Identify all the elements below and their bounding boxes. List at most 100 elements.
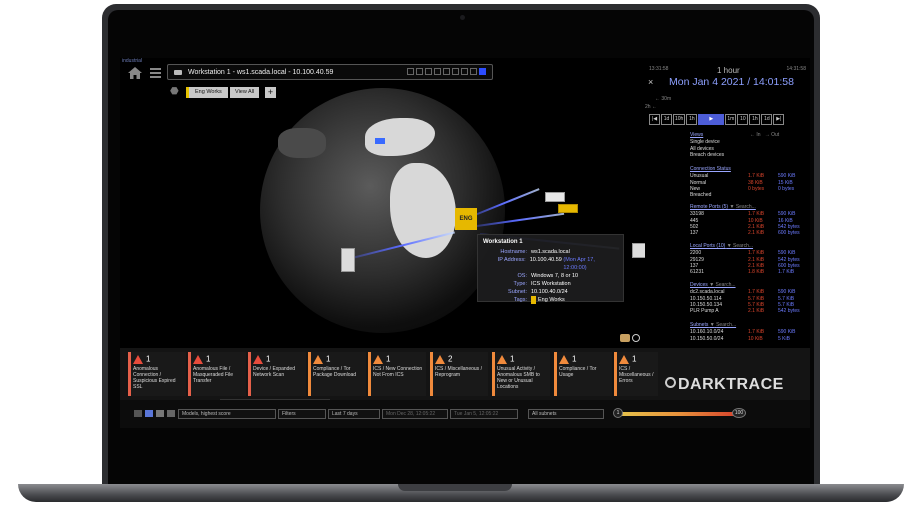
search-input[interactable]: Search... [736, 204, 756, 210]
date-range-select[interactable]: Last 7 days [328, 409, 380, 419]
device-search-bar[interactable]: Workstation 1 - ws1.scada.local - 10.100… [167, 64, 493, 80]
device-node[interactable] [341, 248, 355, 272]
link-icon[interactable] [620, 334, 630, 342]
search-input[interactable]: Search... [716, 282, 736, 288]
summary-icon[interactable] [407, 68, 414, 75]
active-view-icon[interactable] [479, 68, 486, 75]
breach-card[interactable]: 1 Anomalous File / Masqueraded File Trans… [188, 352, 246, 396]
tooltip-row: OS: Windows 7, 8 or 10 [517, 273, 579, 279]
filter-icon[interactable]: ▼ [727, 243, 732, 249]
tooltip-row: Tags: Eng Works [513, 296, 565, 304]
alert-icon [559, 355, 569, 364]
end-date-field[interactable]: Tue Jan 5, 12:05:22 [450, 409, 518, 419]
tooltip-title: Workstation 1 [483, 239, 523, 245]
models-select[interactable]: Models, highest score [178, 409, 276, 419]
views-section: Views ← In → Out Single device All devic… [690, 132, 808, 158]
device-node[interactable] [558, 204, 578, 213]
device-node[interactable] [545, 192, 565, 202]
breach-card[interactable]: 1 ICS / New Connection Not From ICS [368, 352, 426, 396]
fwd-1h-button[interactable]: 1h [749, 114, 761, 125]
zoom-in-label[interactable]: ← 30m [655, 96, 671, 102]
close-icon[interactable]: × [648, 77, 653, 87]
device-type-icon [174, 69, 182, 75]
score-min-handle[interactable]: 1 [613, 408, 623, 418]
warning-icon[interactable] [425, 68, 432, 75]
back-1d-button[interactable]: 1d [661, 114, 672, 125]
network-view-icon[interactable] [167, 410, 175, 417]
breach-card[interactable]: 1 Anomalous Connection / Suspicious Expir… [128, 352, 186, 396]
subnets-select[interactable]: All subnets [528, 409, 604, 419]
subnets-section: Subnets ▼ Search... 10.160.10.0/24 1.7 Ki… [690, 322, 808, 342]
fwd-1d-button[interactable]: 1d [761, 114, 773, 125]
list-item[interactable]: PLR Pump A 2.1 KiB 542 bytes [690, 308, 808, 314]
hamburger-menu-icon[interactable] [150, 68, 161, 78]
darktrace-logo: DARKTRACE [678, 376, 784, 393]
breach-card[interactable]: 1 Compliance / Tor Package Download [308, 352, 366, 396]
alert-icon [435, 355, 445, 364]
tooltip-row: Subnet: 10.100.40.0/24 [508, 289, 568, 295]
continent-africa [390, 163, 456, 258]
list-icon[interactable] [416, 68, 423, 75]
breach-card[interactable]: 1 ICS / Miscellaneous / Errors [614, 352, 658, 396]
tags-icon[interactable]: ⬣ [170, 87, 182, 97]
chart-view-icon[interactable] [156, 410, 164, 417]
tag-edit-icon[interactable] [452, 68, 459, 75]
chart-icon[interactable] [443, 68, 450, 75]
score-slider-track[interactable] [619, 412, 739, 416]
alert-icon [373, 355, 383, 364]
share-icon[interactable] [470, 68, 477, 75]
zoom-icon[interactable] [632, 334, 640, 342]
eng-workstation-node[interactable]: ENG [455, 208, 477, 230]
settings-icon[interactable] [134, 410, 142, 417]
alert-icon [497, 355, 507, 364]
list-item[interactable]: 137 2.1 KiB 600 bytes [690, 230, 808, 236]
zoom-out-label[interactable]: 2h ← [645, 104, 657, 110]
section-header: Devices ▼ Search... [690, 282, 736, 288]
add-tag-button[interactable]: + [265, 87, 276, 98]
breach-card[interactable]: 1 Unusual Activity / Anomalous SMB to New… [492, 352, 550, 396]
device-tooltip: Workstation 1 Hostname: ws1.scada.local I… [477, 234, 624, 304]
skip-start-button[interactable]: |◀ [649, 114, 660, 125]
play-button[interactable]: ▶ [698, 114, 725, 125]
search-input[interactable]: Search... [733, 243, 753, 249]
out-legend: → Out [764, 132, 780, 138]
breach-card[interactable]: 1 Compliance / Tor Usage [554, 352, 612, 396]
filter-icon[interactable]: ▼ [710, 322, 715, 328]
section-header: Views [690, 132, 704, 138]
current-datetime[interactable]: Mon Jan 4 2021 / 14:01:58 [669, 76, 794, 88]
edit-icon[interactable] [434, 68, 441, 75]
network-icon[interactable] [461, 68, 468, 75]
filter-icon[interactable]: ▼ [709, 282, 714, 288]
list-item[interactable]: 61231 1.8 KiB 1.7 KiB [690, 269, 808, 275]
skip-end-button[interactable]: ▶| [773, 114, 785, 125]
view-breach-devices[interactable]: Breach devices [690, 152, 808, 158]
start-date-field[interactable]: Mon Dec 28, 12:05:22 [382, 409, 448, 419]
view-all-button[interactable]: View All [230, 87, 260, 98]
remote-ports-section: Remote Ports (5) ▼ Search... 33198 1.7 Ki… [690, 204, 808, 236]
filter-icon[interactable]: ▼ [729, 204, 734, 210]
time-range-label[interactable]: 1 hour [717, 66, 740, 75]
fwd-10-button[interactable]: 10 [737, 114, 749, 125]
list-item[interactable]: Breached [690, 192, 808, 198]
grid-view-icon[interactable] [145, 410, 153, 417]
section-header: Remote Ports (5) ▼ Search... [690, 204, 756, 210]
breach-card[interactable]: 1 Device / Expanded Network Scan [248, 352, 306, 396]
list-item[interactable]: 10.150.50.0/24 10 KiB 5 KiB [690, 336, 808, 342]
time-end: 14:31:58 [786, 66, 806, 72]
tag-chip-eng-works[interactable]: Eng Works [186, 87, 228, 98]
devices-section: Devices ▼ Search... dc2.scada.local 1.7 K… [690, 282, 808, 314]
section-header: Connection Status [690, 166, 731, 172]
home-icon[interactable] [128, 67, 142, 79]
fwd-1m-button[interactable]: 1m [725, 114, 737, 125]
playback-controls: |◀ 1d 10h 1h ▶ 1m 10 1h 1d ▶| [649, 114, 785, 125]
device-title: Workstation 1 - ws1.scada.local - 10.100… [188, 68, 334, 76]
filters-button[interactable]: Filters [278, 409, 326, 419]
location-marker [375, 138, 385, 144]
alert-icon [193, 355, 203, 364]
section-header: Local Ports (10) ▼ Search... [690, 243, 754, 249]
back-1h-button[interactable]: 1h [686, 114, 698, 125]
back-10h-button[interactable]: 10h [673, 114, 686, 125]
score-max-handle[interactable]: 100 [732, 408, 746, 418]
breach-card[interactable]: 2 ICS / Miscellaneous / Reprogram [430, 352, 488, 396]
search-input[interactable]: Search... [716, 322, 736, 328]
